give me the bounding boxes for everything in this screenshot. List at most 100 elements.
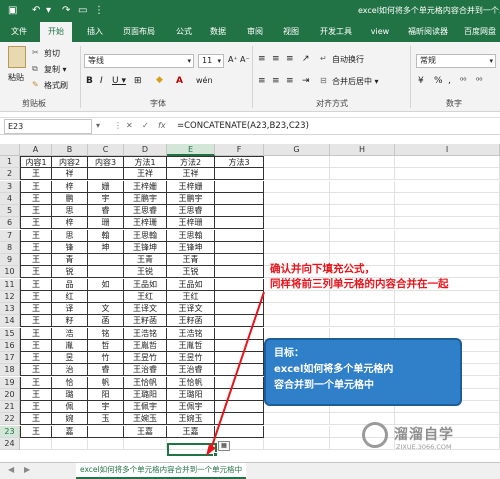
underline-button[interactable]: U ▾ [112, 76, 126, 86]
table-cell[interactable] [330, 192, 395, 205]
table-cell[interactable]: 王 [20, 217, 52, 230]
table-cell[interactable] [215, 205, 264, 217]
table-cell[interactable]: 王胤哲 [124, 339, 167, 352]
table-cell[interactable]: 王 [20, 229, 52, 242]
table-cell[interactable]: 哲 [88, 339, 124, 352]
table-cell[interactable] [215, 192, 264, 205]
table-cell[interactable]: 帆 [88, 376, 124, 389]
table-cell[interactable] [264, 290, 330, 303]
table-cell[interactable]: 王佩宇 [124, 401, 167, 413]
table-cell[interactable]: 内容3 [88, 156, 124, 168]
row-header[interactable]: 4 [0, 192, 20, 205]
row-header[interactable]: 14 [0, 315, 20, 328]
namebox-dropdown-icon[interactable]: ▾ [96, 121, 100, 130]
save-icon[interactable]: ▣ [8, 4, 17, 18]
row-header[interactable]: 8 [0, 241, 20, 254]
table-cell[interactable] [215, 254, 264, 266]
table-cell[interactable] [215, 290, 264, 303]
table-cell[interactable] [215, 352, 264, 364]
table-cell[interactable]: 籽 [52, 315, 88, 328]
table-cell[interactable]: 王祥 [167, 168, 215, 181]
table-cell[interactable] [395, 229, 500, 242]
table-cell[interactable]: 睿 [88, 205, 124, 217]
merge-center-button[interactable]: 合并后居中 ▾ [332, 76, 379, 87]
table-cell[interactable]: 王 [20, 290, 52, 303]
column-header[interactable]: E [167, 144, 215, 156]
table-cell[interactable] [88, 437, 124, 450]
table-cell[interactable] [215, 303, 264, 315]
table-cell[interactable]: 王胤哲 [167, 339, 215, 352]
table-cell[interactable]: 王梓珊 [167, 217, 215, 230]
column-header[interactable]: A [20, 144, 52, 156]
comma-button[interactable]: , [448, 76, 451, 86]
table-cell[interactable]: 王佩宇 [167, 401, 215, 413]
table-cell[interactable] [264, 437, 330, 450]
tab-data[interactable]: 数据 [204, 22, 232, 42]
row-header[interactable]: 18 [0, 364, 20, 377]
table-cell[interactable]: 王 [20, 425, 52, 438]
table-cell[interactable]: 王 [20, 413, 52, 426]
table-cell[interactable]: 王璐阳 [124, 388, 167, 401]
table-cell[interactable] [395, 192, 500, 205]
undo-icon[interactable]: ↶ [32, 4, 40, 18]
table-cell[interactable]: 姗 [88, 180, 124, 193]
table-cell[interactable]: 王思睿 [167, 205, 215, 217]
table-cell[interactable] [88, 254, 124, 266]
table-cell[interactable]: 王 [20, 401, 52, 413]
table-cell[interactable]: 昱 [52, 352, 88, 364]
name-box[interactable]: E23 [4, 119, 92, 134]
table-cell[interactable]: 王 [20, 352, 52, 364]
wrap-text-button[interactable]: 自动换行 [332, 54, 364, 65]
table-cell[interactable]: 治 [52, 364, 88, 377]
table-cell[interactable]: 王 [20, 180, 52, 193]
row-header[interactable]: 5 [0, 205, 20, 217]
table-cell[interactable]: 王梓珊 [124, 217, 167, 230]
table-cell[interactable] [215, 217, 264, 230]
table-cell[interactable]: 如 [88, 278, 124, 291]
italic-button[interactable]: I [100, 76, 103, 86]
table-cell[interactable]: 王嘉 [124, 425, 167, 438]
table-cell[interactable]: 王 [20, 339, 52, 352]
table-cell[interactable] [264, 241, 330, 254]
table-cell[interactable]: 翰 [88, 229, 124, 242]
row-header[interactable]: 17 [0, 352, 20, 364]
row-header[interactable]: 6 [0, 217, 20, 230]
table-cell[interactable]: 王锐 [167, 266, 215, 279]
paste-button[interactable]: 粘贴 [8, 72, 24, 83]
align-bottom-icon[interactable]: ≡ [286, 54, 294, 64]
table-cell[interactable]: 王恰帆 [124, 376, 167, 389]
table-cell[interactable] [215, 364, 264, 377]
table-cell[interactable]: 王 [20, 266, 52, 279]
scroll-right-icon[interactable]: ▶ [24, 465, 30, 474]
table-cell[interactable]: 鹏 [52, 192, 88, 205]
table-cell[interactable] [215, 376, 264, 389]
table-cell[interactable] [215, 315, 264, 328]
auto-fill-options-icon[interactable]: ▦ [218, 441, 230, 451]
table-cell[interactable]: 婉 [52, 413, 88, 426]
table-cell[interactable] [264, 425, 330, 438]
scroll-left-icon[interactable]: ◀ [8, 465, 14, 474]
table-cell[interactable]: 王 [20, 315, 52, 328]
table-cell[interactable] [215, 413, 264, 426]
table-cell[interactable]: 王思睿 [124, 205, 167, 217]
row-header[interactable]: 20 [0, 388, 20, 401]
table-cell[interactable] [330, 413, 395, 426]
table-cell[interactable]: 珊 [88, 217, 124, 230]
align-left-icon[interactable]: ≡ [258, 76, 266, 86]
table-cell[interactable] [330, 241, 395, 254]
table-cell[interactable] [395, 241, 500, 254]
table-cell[interactable]: 王 [20, 388, 52, 401]
table-cell[interactable]: 梓 [52, 217, 88, 230]
table-cell[interactable] [330, 156, 395, 168]
number-format-select[interactable]: 常规 ▾ [416, 54, 496, 68]
increase-decimal-icon[interactable]: ⁰⁰ [460, 76, 466, 85]
table-cell[interactable] [215, 388, 264, 401]
row-header[interactable]: 12 [0, 290, 20, 303]
table-cell[interactable] [395, 168, 500, 181]
tab-formulas[interactable]: 公式 [170, 22, 198, 42]
copy-button[interactable]: 复制 ▾ [44, 64, 67, 75]
tab-page-layout[interactable]: 页面布局 [116, 22, 162, 42]
table-cell[interactable] [395, 315, 500, 328]
table-cell[interactable]: 王品如 [167, 278, 215, 291]
table-cell[interactable] [215, 401, 264, 413]
